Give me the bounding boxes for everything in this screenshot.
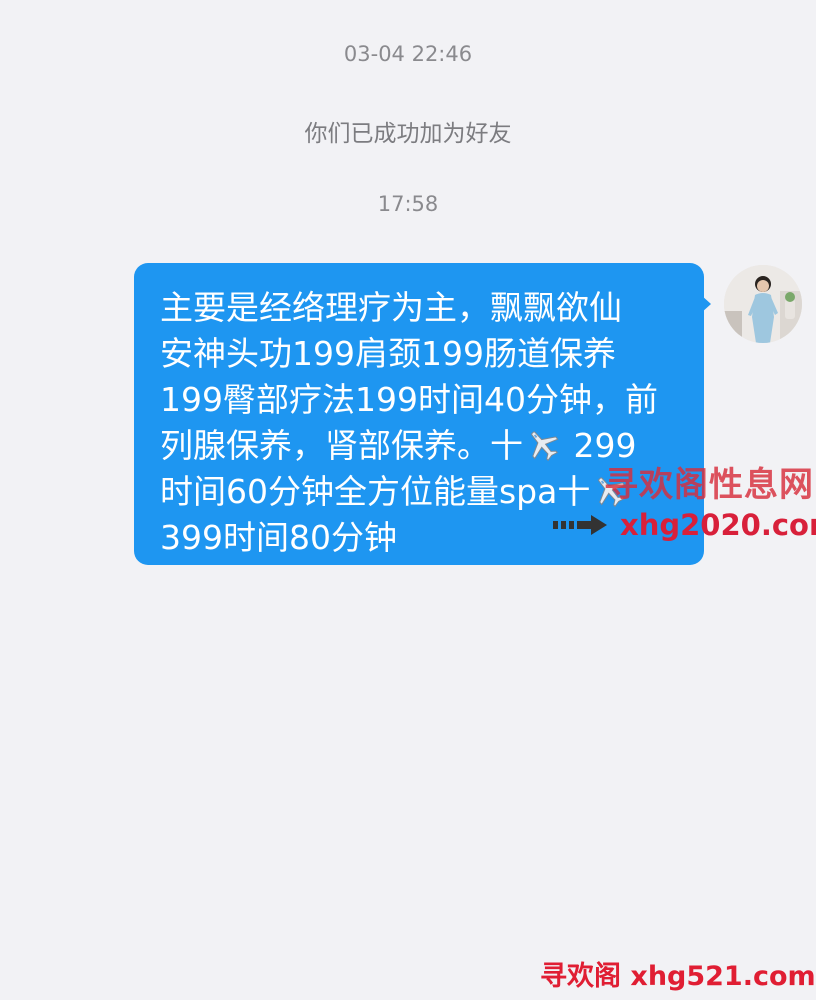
timestamp: 03-04 22:46	[343, 42, 473, 66]
airplane-icon	[531, 431, 559, 462]
avatar-image	[724, 265, 802, 343]
watermark-bottom: 寻欢阁 xhg521.com	[540, 961, 816, 992]
watermark-site-name: 寻欢阁性息网	[604, 465, 814, 505]
message-line: 199臀部疗法199时间40分钟，前	[160, 380, 658, 419]
watermark-url: xhg2020.com	[620, 508, 816, 542]
message-text: 时间60分钟全方位能量spa十	[160, 472, 591, 511]
timestamp: 17:58	[377, 192, 439, 216]
message-bubble[interactable]: 主要是经络理疗为主，飘飘欲仙 安神头功199肩颈199肠道保养 199臀部疗法1…	[134, 263, 704, 565]
message-text: 列腺保养，肾部保养。十	[160, 426, 523, 465]
message-line: 安神头功199肩颈199肠道保养	[160, 334, 616, 373]
avatar[interactable]	[724, 265, 802, 343]
arrow-right-icon	[553, 515, 607, 535]
system-message: 你们已成功加为好友	[304, 121, 512, 147]
bubble-tail	[701, 295, 711, 313]
message-line: 主要是经络理疗为主，飘飘欲仙	[160, 288, 622, 327]
